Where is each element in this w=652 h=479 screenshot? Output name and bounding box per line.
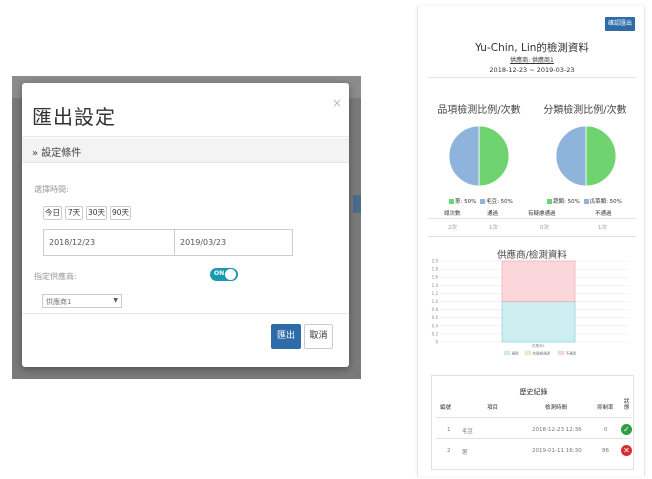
legend-label: 有疑慮通過 xyxy=(533,351,551,356)
cell-rate: 0 xyxy=(604,427,608,433)
pie-slice-蔬類 xyxy=(585,125,617,187)
cell-no: 1 xyxy=(447,427,451,433)
col-header-no: 編號 xyxy=(440,405,452,411)
quick-range-30d-button[interactable]: 30天 xyxy=(86,206,107,220)
date-to-input[interactable]: 2019/03/23 xyxy=(174,229,293,256)
stat-total-label: 總次數 xyxy=(444,211,461,217)
stat-fail-value: 1次 xyxy=(598,225,607,231)
y-tick-label: 0.2 xyxy=(432,331,439,336)
confirm-export-button[interactable]: 確認匯出 xyxy=(605,17,635,31)
divider xyxy=(428,77,636,78)
legend-label: 不通過 xyxy=(566,351,577,356)
pie-chart-categories xyxy=(555,125,617,187)
legend-label: 蔬類: 50% xyxy=(553,199,580,205)
report-preview: 確認匯出 Yu-Chin, Lin的檢測資料 供應商: 供應商1 2018-12… xyxy=(417,6,645,476)
report-title: Yu-Chin, Lin的檢測資料 xyxy=(475,42,589,54)
legend-swatch xyxy=(547,198,552,204)
footer-divider xyxy=(22,313,349,314)
bar-segment-通過 xyxy=(501,301,576,343)
export-button[interactable]: 匯出 xyxy=(271,324,301,349)
y-tick-label: 0.4 xyxy=(432,323,439,328)
stat-pass-value: 1次 xyxy=(489,225,498,231)
y-tick-label: 1.8 xyxy=(432,267,439,272)
pie-slice-瓜菜類 xyxy=(555,125,587,187)
report-date-range: 2018-12-23 ~ 2019-03-23 xyxy=(489,66,575,74)
stat-total-value: 2次 xyxy=(448,225,457,231)
y-tick-label: 2.0 xyxy=(432,259,439,264)
toggle-knob xyxy=(225,269,236,280)
bar-chart: 0 0.2 0.4 0.6 0.8 1.0 1.2 1.4 1.6 1.8 2.0 供應商1 通過 有疑慮… xyxy=(432,259,628,356)
y-tick-label: 0.6 xyxy=(432,315,439,320)
divider xyxy=(436,417,631,418)
supplier-select[interactable]: 供應商1 ▼ xyxy=(42,294,122,308)
divider xyxy=(428,236,636,237)
legend-label: 毛豆: 50% xyxy=(486,199,513,205)
time-label: 選擇時間: xyxy=(34,185,69,194)
cell-item: 蔥 xyxy=(462,450,468,456)
stat-pass-label: 通過 xyxy=(487,211,499,217)
y-tick-label: 1.6 xyxy=(432,275,439,280)
cell-item: 毛豆 xyxy=(462,429,474,435)
legend-swatch xyxy=(503,350,511,356)
legend-label: 通過 xyxy=(512,351,520,356)
supplier-toggle[interactable]: ON xyxy=(210,268,238,281)
y-tick-label: 1.4 xyxy=(432,283,439,288)
background-page-button xyxy=(353,195,361,213)
pie-chart-items xyxy=(448,125,510,187)
col-header-rate: 抑制率 xyxy=(597,405,614,411)
supplier-select-value: 供應商1 xyxy=(46,298,72,306)
pie-right-legend: 蔬類: 50% 瓜菜類: 50% xyxy=(545,197,622,205)
report-supplier: 供應商: 供應商1 xyxy=(510,57,554,64)
pie-slice-毛豆 xyxy=(448,125,480,187)
pie-slice-蔥 xyxy=(478,125,510,187)
bar-segment-不通過 xyxy=(501,260,576,302)
pie-right-title: 分類檢測比例/次數 xyxy=(543,105,627,116)
stat-fail-label: 不通過 xyxy=(595,211,612,217)
col-header-status: 狀態 xyxy=(624,399,630,411)
legend-swatch xyxy=(449,198,454,204)
x-tick-label: 供應商1 xyxy=(532,343,545,348)
fail-x-icon: ✕ xyxy=(621,445,632,456)
date-from-input[interactable]: 2018/12/23 xyxy=(43,229,175,256)
chevron-down-icon: ▼ xyxy=(113,297,118,304)
divider xyxy=(22,136,349,137)
cancel-button[interactable]: 取消 xyxy=(304,324,333,349)
close-icon[interactable]: × xyxy=(332,96,342,110)
quick-range-7d-button[interactable]: 7天 xyxy=(65,206,83,220)
legend-label: 瓜菜類: 50% xyxy=(589,199,622,205)
y-tick-label: 1.2 xyxy=(432,291,439,296)
pass-check-icon: ✓ xyxy=(621,424,632,435)
history-table: 歷史紀錄 編號 項目 檢測時間 抑制率 狀態 1 毛豆 2018-12-23 1… xyxy=(431,375,634,470)
quick-range-today-button[interactable]: 今日 xyxy=(43,206,62,220)
legend-swatch xyxy=(557,350,565,356)
stat-doubtful-value: 0次 xyxy=(540,225,549,231)
export-settings-dialog: 匯出設定 × » 設定條件 選擇時間: 今日 7天 30天 90天 2018/1… xyxy=(22,83,349,367)
quick-range-90d-button[interactable]: 90天 xyxy=(110,206,131,220)
col-header-item: 項目 xyxy=(487,405,499,411)
divider xyxy=(436,438,631,439)
y-tick-label: 1.0 xyxy=(432,299,439,304)
pie-left-legend: 蔥: 50% 毛豆: 50% xyxy=(447,197,513,205)
section-header: » 設定條件 xyxy=(22,138,349,163)
legend-swatch xyxy=(583,198,589,204)
toggle-label: ON xyxy=(214,270,225,277)
cell-time: 2018-12-23 12:36 xyxy=(532,427,582,433)
section-label: » 設定條件 xyxy=(32,148,82,159)
cell-time: 2019-01-11 16:30 xyxy=(532,448,582,454)
cell-rate: 86 xyxy=(602,448,609,454)
y-tick-label: 0.8 xyxy=(432,307,439,312)
legend-swatch xyxy=(524,350,532,356)
stat-doubtful-label: 有疑慮通過 xyxy=(528,211,556,217)
dialog-title: 匯出設定 xyxy=(32,105,116,129)
supplier-label: 指定供應商: xyxy=(34,272,77,281)
col-header-time: 檢測時間 xyxy=(545,405,568,411)
legend-swatch xyxy=(480,198,486,204)
legend-label: 蔥: 50% xyxy=(455,199,477,205)
y-tick-label: 0 xyxy=(435,340,438,345)
history-title: 歷史紀錄 xyxy=(519,388,548,396)
pie-left-title: 品項檢測比例/次數 xyxy=(437,105,521,116)
cell-no: 2 xyxy=(447,448,451,454)
divider xyxy=(428,218,636,219)
